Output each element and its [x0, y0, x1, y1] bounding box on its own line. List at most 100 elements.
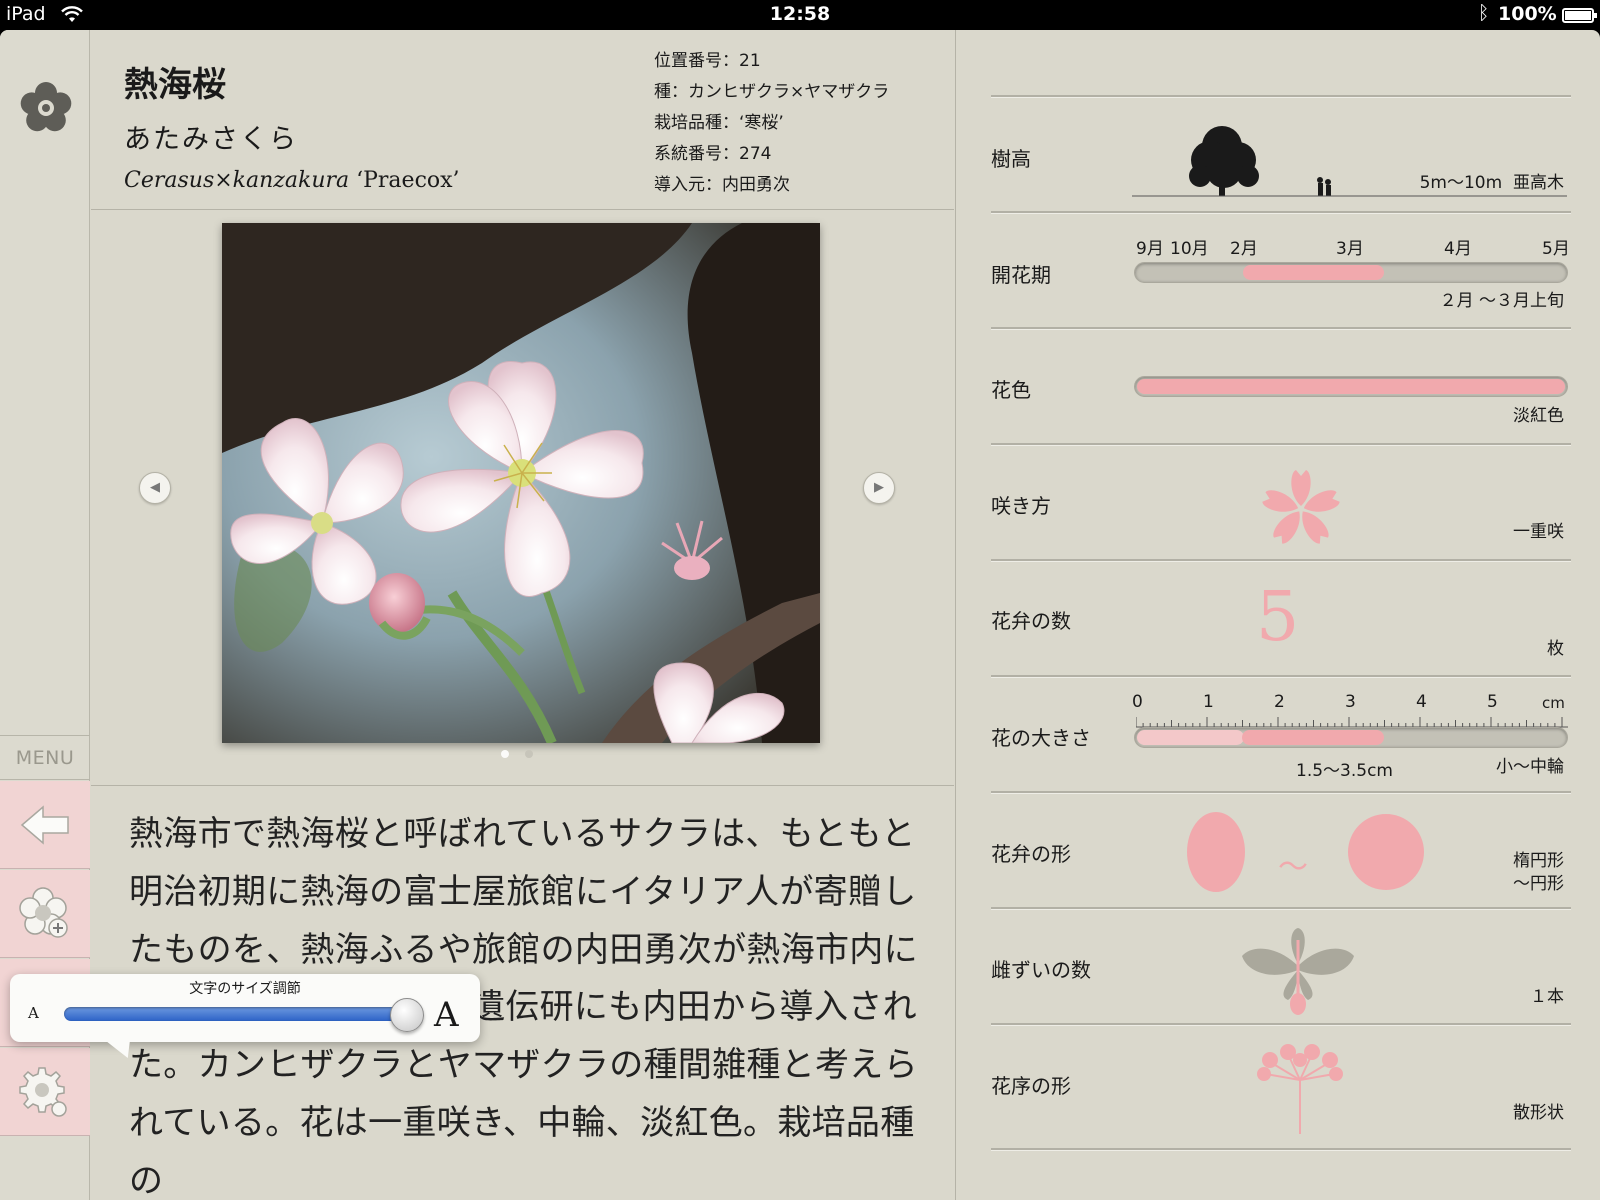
bloom-value: ２月 〜３月上旬: [1439, 291, 1564, 311]
app-window: MENU 熱海桜 あたみさくら Cerasus×kanzakura ‘Praec…: [0, 30, 1600, 1200]
size-tick: 2: [1274, 692, 1285, 712]
divider: [991, 211, 1571, 214]
inflorescence-value: 散形状: [1513, 1103, 1564, 1123]
species-header: 熱海桜 あたみさくら Cerasus×kanzakura ‘Praecox’ 位…: [91, 30, 954, 210]
size-ruler: [1136, 717, 1568, 728]
back-button[interactable]: [0, 781, 90, 869]
height-class: 亜高木: [1513, 173, 1564, 193]
color-swatch: [1137, 379, 1565, 394]
height-value: 5m〜10m 亜高木: [1420, 172, 1564, 195]
pistil-label: 雌ずいの数: [991, 958, 1091, 982]
bloom-period-fill: [1242, 265, 1385, 280]
size-tick: 5: [1487, 692, 1498, 712]
color-track: [1134, 376, 1568, 397]
size-tick: 4: [1416, 692, 1427, 712]
month-tick: 4月: [1444, 239, 1472, 259]
size-lower-fill: [1137, 730, 1244, 745]
single-bloom-icon: [1262, 470, 1340, 544]
meta-species: 種：カンヒザクラ×ヤマザクラ: [654, 82, 890, 102]
month-tick: 3月: [1336, 239, 1364, 259]
petal-shape-value-2: 〜円形: [1513, 874, 1564, 894]
species-name: 熱海桜: [124, 65, 226, 105]
color-value: 淡紅色: [1513, 406, 1564, 426]
font-size-slider-knob[interactable]: [390, 998, 424, 1032]
divider: [991, 791, 1571, 794]
size-range-fill: [1241, 730, 1384, 745]
font-size-popover: 文字のサイズ調節 A A: [10, 974, 480, 1058]
attributes-panel: 樹高 5m〜10m 亜高木 開花期 9月 10月 2月 3月 4月 5月 ２月 …: [955, 30, 1600, 1200]
divider: [991, 1023, 1571, 1026]
height-label: 樹高: [991, 147, 1031, 171]
meta-cultivar: 栽培品種：‘寒桜’: [654, 113, 784, 133]
menu-label: MENU: [0, 735, 90, 780]
flower-size-label: 花の大きさ: [991, 726, 1091, 750]
size-unit: cm: [1542, 694, 1565, 712]
settings-button[interactable]: [0, 1048, 90, 1136]
size-tick: 1: [1203, 692, 1214, 712]
bloom-label: 開花期: [991, 263, 1051, 287]
species-meta: 位置番号：21 種：カンヒザクラ×ヤマザクラ 栽培品種：‘寒桜’ 系統番号：27…: [654, 46, 889, 201]
petal-shape-label: 花弁の形: [991, 842, 1071, 866]
back-arrow-icon: [20, 805, 69, 845]
popover-title: 文字のサイズ調節: [189, 981, 301, 997]
font-size-slider[interactable]: [64, 1007, 420, 1021]
petal-count-number: 5: [1256, 578, 1300, 657]
size-tick: 0: [1132, 692, 1143, 712]
battery-percent: 100%: [1498, 3, 1557, 25]
sakura-logo-icon[interactable]: [18, 80, 74, 136]
size-track: [1134, 727, 1568, 748]
petal-count-unit: 枚: [1547, 639, 1564, 659]
next-photo-button[interactable]: ▶: [863, 472, 895, 504]
divider: [991, 675, 1571, 678]
blossom-image: [222, 223, 820, 743]
bluetooth-icon: ᛒ: [1478, 2, 1490, 24]
umbel-icon: [1257, 1044, 1343, 1134]
month-tick: 2月: [1230, 239, 1258, 259]
battery-icon: [1562, 8, 1597, 23]
month-tick: 9月: [1136, 239, 1164, 259]
divider: [991, 443, 1571, 446]
bloom-period-track: [1134, 262, 1568, 283]
flower-add-icon: [19, 887, 68, 938]
meta-lineage: 系統番号：274: [654, 144, 772, 164]
species-reading: あたみさくら: [124, 124, 298, 155]
latin-binomial: Cerasus×kanzakura: [124, 168, 350, 193]
small-font-icon[interactable]: A: [28, 1004, 39, 1022]
scientific-name: Cerasus×kanzakura ‘Praecox’: [124, 168, 460, 193]
pistil-value: １本: [1530, 987, 1564, 1007]
bloom-type-label: 咲き方: [991, 494, 1051, 518]
petal-shape-separator: 〜: [1278, 850, 1308, 885]
meta-position: 位置番号：21: [654, 51, 761, 71]
petal-shape-value: 楕円形 〜円形: [1513, 850, 1564, 896]
status-bar: iPad 12:58 ᛒ 100%: [0, 0, 1600, 30]
height-range: 5m〜10m: [1419, 173, 1503, 193]
size-tick: 3: [1345, 692, 1356, 712]
petal-count-label: 花弁の数: [991, 609, 1071, 633]
bloom-type-value: 一重咲: [1513, 522, 1564, 542]
large-font-icon[interactable]: A: [434, 995, 459, 1035]
divider: [991, 1148, 1571, 1151]
page-dot-2: [525, 750, 533, 758]
latin-cultivar: ‘Praecox’: [349, 168, 460, 193]
inflorescence-label: 花序の形: [991, 1074, 1071, 1098]
petal-shape-value-1: 楕円形: [1513, 851, 1564, 871]
pistil-icon: [1242, 928, 1354, 1015]
page-dot-1: [501, 750, 509, 758]
month-tick: 5月: [1542, 239, 1570, 259]
divider: [991, 559, 1571, 562]
divider: [991, 907, 1571, 910]
add-favorite-button[interactable]: [0, 870, 90, 958]
divider: [991, 95, 1571, 98]
page-indicator[interactable]: [501, 750, 541, 762]
size-range-value: 1.5〜3.5cm: [1296, 761, 1393, 781]
divider: [991, 327, 1571, 330]
prev-photo-button[interactable]: ◀: [139, 472, 171, 504]
color-label: 花色: [991, 378, 1031, 402]
month-tick: 10月: [1170, 239, 1209, 259]
photo-gallery: ◀ ▶: [91, 211, 954, 786]
gear-icon: [19, 1067, 67, 1117]
clock: 12:58: [769, 3, 831, 25]
cherry-blossom-photo[interactable]: [222, 223, 820, 743]
meta-source: 導入元：内田勇次: [654, 175, 790, 195]
size-class-value: 小〜中輪: [1496, 757, 1564, 777]
